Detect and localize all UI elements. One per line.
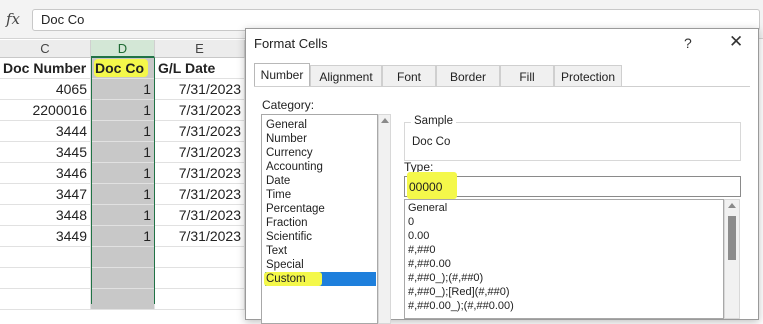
category-item-scientific[interactable]: Scientific bbox=[265, 230, 376, 244]
cell-doc-number[interactable]: 2200016 bbox=[0, 100, 91, 121]
cell-gl-date[interactable]: 7/31/2023 bbox=[155, 121, 245, 142]
column-header-e[interactable]: E bbox=[155, 40, 245, 58]
cell-doc-co[interactable]: 1 bbox=[91, 205, 155, 226]
header-cell-doc-number[interactable]: Doc Number bbox=[0, 58, 91, 79]
empty-cell[interactable] bbox=[91, 268, 155, 289]
empty-cell[interactable] bbox=[0, 268, 91, 289]
type-item[interactable]: #,##0_);[Red](#,##0) bbox=[408, 286, 510, 300]
empty-cell[interactable] bbox=[155, 268, 245, 289]
category-item-time[interactable]: Time bbox=[265, 188, 376, 202]
category-scrollbar[interactable] bbox=[378, 114, 391, 324]
header-cell-gl-date[interactable]: G/L Date bbox=[155, 58, 245, 79]
category-item-percentage[interactable]: Percentage bbox=[265, 202, 376, 216]
tab-protection[interactable]: Protection bbox=[554, 65, 622, 87]
tab-number[interactable]: Number bbox=[254, 63, 310, 87]
type-item[interactable]: 0.00 bbox=[408, 230, 429, 244]
type-item[interactable]: 0 bbox=[408, 216, 414, 230]
header-cell-doc-co[interactable]: Doc Co bbox=[91, 58, 155, 79]
column-header-d[interactable]: D bbox=[91, 40, 155, 58]
cell-doc-co[interactable]: 1 bbox=[91, 100, 155, 121]
category-list[interactable]: General Number Currency Accounting Date … bbox=[261, 114, 378, 324]
scroll-up-icon[interactable] bbox=[728, 203, 736, 208]
type-item[interactable]: General bbox=[408, 202, 447, 216]
cell-doc-number[interactable]: 4065 bbox=[0, 79, 91, 100]
column-header-c[interactable]: C bbox=[0, 40, 91, 58]
cell-gl-date[interactable]: 7/31/2023 bbox=[155, 142, 245, 163]
category-label: Category: bbox=[262, 98, 315, 112]
sheet-grid: Doc Number Doc Co G/L Date 4065 1 7/31/2… bbox=[0, 58, 245, 310]
type-input[interactable]: 00000 bbox=[404, 172, 741, 199]
cell-doc-number[interactable]: 3447 bbox=[0, 184, 91, 205]
tab-font[interactable]: Font bbox=[382, 65, 436, 87]
fx-icon[interactable]: fx bbox=[6, 10, 20, 28]
sample-group bbox=[404, 122, 741, 161]
type-item[interactable]: #,##0.00_);(#,##0.00) bbox=[408, 300, 514, 314]
cell-doc-co[interactable]: 1 bbox=[91, 184, 155, 205]
sample-label: Sample bbox=[411, 115, 456, 127]
cell-doc-co[interactable]: 1 bbox=[91, 142, 155, 163]
scroll-thumb[interactable] bbox=[728, 216, 736, 260]
category-item-general[interactable]: General bbox=[265, 118, 376, 132]
cell-gl-date[interactable]: 7/31/2023 bbox=[155, 205, 245, 226]
category-item-custom[interactable]: Custom bbox=[264, 272, 376, 286]
cell-gl-date[interactable]: 7/31/2023 bbox=[155, 100, 245, 121]
empty-cell[interactable] bbox=[0, 247, 91, 268]
empty-cell[interactable] bbox=[0, 289, 91, 310]
dialog-title: Format Cells bbox=[254, 36, 328, 51]
cell-gl-date[interactable]: 7/31/2023 bbox=[155, 184, 245, 205]
type-list-scrollbar[interactable] bbox=[724, 199, 740, 319]
cell-doc-number[interactable]: 3448 bbox=[0, 205, 91, 226]
type-list[interactable]: General 0 0.00 #,##0 #,##0.00 #,##0_);(#… bbox=[404, 199, 724, 319]
empty-cell[interactable] bbox=[155, 247, 245, 268]
tab-alignment[interactable]: Alignment bbox=[310, 65, 382, 87]
empty-cell[interactable] bbox=[91, 289, 155, 310]
tab-border[interactable]: Border bbox=[436, 65, 500, 87]
tab-fill[interactable]: Fill bbox=[500, 65, 554, 87]
category-custom-label: Custom bbox=[266, 273, 306, 285]
cell-doc-co[interactable]: 1 bbox=[91, 121, 155, 142]
type-item[interactable]: #,##0_);(#,##0) bbox=[408, 272, 483, 286]
type-input-value: 00000 bbox=[409, 180, 443, 194]
type-item[interactable]: #,##0.00 bbox=[408, 258, 451, 272]
type-item[interactable]: #,##0 bbox=[408, 244, 436, 258]
help-button[interactable]: ? bbox=[684, 35, 692, 51]
cell-doc-number[interactable]: 3446 bbox=[0, 163, 91, 184]
cell-doc-number[interactable]: 3444 bbox=[0, 121, 91, 142]
empty-cell[interactable] bbox=[91, 247, 155, 268]
category-item-fraction[interactable]: Fraction bbox=[265, 216, 376, 230]
category-item-text[interactable]: Text bbox=[265, 244, 376, 258]
header-doc-co-label: Doc Co bbox=[95, 60, 144, 76]
category-item-number[interactable]: Number bbox=[265, 132, 376, 146]
empty-cell[interactable] bbox=[155, 289, 245, 310]
cell-gl-date[interactable]: 7/31/2023 bbox=[155, 226, 245, 247]
format-cells-dialog: Format Cells ? ✕ Number Alignment Font B… bbox=[245, 28, 759, 324]
cell-gl-date[interactable]: 7/31/2023 bbox=[155, 79, 245, 100]
cell-doc-number[interactable]: 3449 bbox=[0, 226, 91, 247]
category-item-accounting[interactable]: Accounting bbox=[265, 160, 376, 174]
cell-gl-date[interactable]: 7/31/2023 bbox=[155, 163, 245, 184]
cell-doc-number[interactable]: 3445 bbox=[0, 142, 91, 163]
cell-doc-co[interactable]: 1 bbox=[91, 79, 155, 100]
category-item-date[interactable]: Date bbox=[265, 174, 376, 188]
cell-doc-co[interactable]: 1 bbox=[91, 163, 155, 184]
sample-value: Doc Co bbox=[412, 136, 451, 148]
tab-divider bbox=[254, 86, 750, 87]
category-item-currency[interactable]: Currency bbox=[265, 146, 376, 160]
scroll-up-icon[interactable] bbox=[381, 118, 389, 123]
category-item-special[interactable]: Special bbox=[265, 258, 376, 272]
cell-doc-co[interactable]: 1 bbox=[91, 226, 155, 247]
close-button[interactable]: ✕ bbox=[729, 32, 743, 52]
